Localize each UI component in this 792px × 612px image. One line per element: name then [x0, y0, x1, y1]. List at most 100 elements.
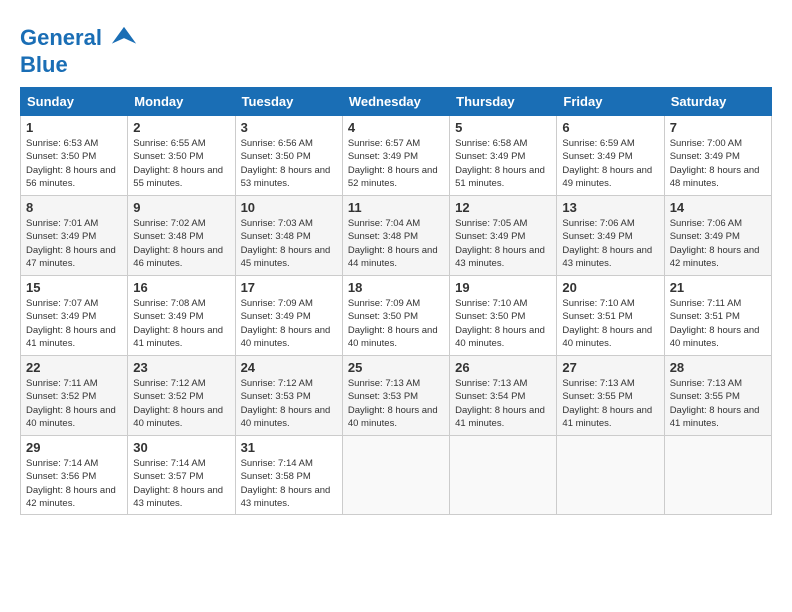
- calendar-cell: [342, 436, 449, 515]
- day-info: Sunrise: 7:14 AMSunset: 3:58 PMDaylight:…: [241, 458, 331, 509]
- day-number: 20: [562, 280, 658, 295]
- day-number: 28: [670, 360, 766, 375]
- calendar-cell: 4 Sunrise: 6:57 AMSunset: 3:49 PMDayligh…: [342, 116, 449, 196]
- header-day-monday: Monday: [128, 88, 235, 116]
- header: General Blue: [20, 20, 772, 77]
- calendar-cell: 24 Sunrise: 7:12 AMSunset: 3:53 PMDaylig…: [235, 356, 342, 436]
- day-number: 5: [455, 120, 551, 135]
- day-info: Sunrise: 7:13 AMSunset: 3:55 PMDaylight:…: [670, 378, 760, 429]
- calendar-cell: 30 Sunrise: 7:14 AMSunset: 3:57 PMDaylig…: [128, 436, 235, 515]
- day-info: Sunrise: 7:13 AMSunset: 3:53 PMDaylight:…: [348, 378, 438, 429]
- day-info: Sunrise: 7:06 AMSunset: 3:49 PMDaylight:…: [670, 218, 760, 269]
- day-number: 15: [26, 280, 122, 295]
- logo-bird-icon: [110, 25, 138, 53]
- day-info: Sunrise: 7:00 AMSunset: 3:49 PMDaylight:…: [670, 138, 760, 189]
- day-info: Sunrise: 7:09 AMSunset: 3:49 PMDaylight:…: [241, 298, 331, 349]
- logo: General Blue: [20, 25, 138, 77]
- calendar-header-row: SundayMondayTuesdayWednesdayThursdayFrid…: [21, 88, 772, 116]
- calendar-body: 1 Sunrise: 6:53 AMSunset: 3:50 PMDayligh…: [21, 116, 772, 515]
- header-day-saturday: Saturday: [664, 88, 771, 116]
- calendar-cell: 15 Sunrise: 7:07 AMSunset: 3:49 PMDaylig…: [21, 276, 128, 356]
- day-number: 29: [26, 440, 122, 455]
- day-info: Sunrise: 7:11 AMSunset: 3:52 PMDaylight:…: [26, 378, 116, 429]
- day-info: Sunrise: 7:14 AMSunset: 3:57 PMDaylight:…: [133, 458, 223, 509]
- day-info: Sunrise: 7:08 AMSunset: 3:49 PMDaylight:…: [133, 298, 223, 349]
- day-number: 13: [562, 200, 658, 215]
- header-day-wednesday: Wednesday: [342, 88, 449, 116]
- day-info: Sunrise: 7:11 AMSunset: 3:51 PMDaylight:…: [670, 298, 760, 349]
- day-info: Sunrise: 7:10 AMSunset: 3:50 PMDaylight:…: [455, 298, 545, 349]
- day-info: Sunrise: 7:07 AMSunset: 3:49 PMDaylight:…: [26, 298, 116, 349]
- day-number: 2: [133, 120, 229, 135]
- calendar-cell: [664, 436, 771, 515]
- day-number: 22: [26, 360, 122, 375]
- day-info: Sunrise: 6:57 AMSunset: 3:49 PMDaylight:…: [348, 138, 438, 189]
- calendar-cell: [557, 436, 664, 515]
- calendar-cell: 18 Sunrise: 7:09 AMSunset: 3:50 PMDaylig…: [342, 276, 449, 356]
- day-number: 4: [348, 120, 444, 135]
- day-number: 26: [455, 360, 551, 375]
- day-info: Sunrise: 6:56 AMSunset: 3:50 PMDaylight:…: [241, 138, 331, 189]
- calendar-cell: 8 Sunrise: 7:01 AMSunset: 3:49 PMDayligh…: [21, 196, 128, 276]
- header-day-thursday: Thursday: [450, 88, 557, 116]
- day-number: 9: [133, 200, 229, 215]
- header-day-sunday: Sunday: [21, 88, 128, 116]
- day-info: Sunrise: 7:05 AMSunset: 3:49 PMDaylight:…: [455, 218, 545, 269]
- day-info: Sunrise: 7:03 AMSunset: 3:48 PMDaylight:…: [241, 218, 331, 269]
- day-info: Sunrise: 7:01 AMSunset: 3:49 PMDaylight:…: [26, 218, 116, 269]
- calendar-cell: 6 Sunrise: 6:59 AMSunset: 3:49 PMDayligh…: [557, 116, 664, 196]
- calendar-week-row: 1 Sunrise: 6:53 AMSunset: 3:50 PMDayligh…: [21, 116, 772, 196]
- calendar-cell: 22 Sunrise: 7:11 AMSunset: 3:52 PMDaylig…: [21, 356, 128, 436]
- calendar-cell: 13 Sunrise: 7:06 AMSunset: 3:49 PMDaylig…: [557, 196, 664, 276]
- day-number: 1: [26, 120, 122, 135]
- day-info: Sunrise: 7:04 AMSunset: 3:48 PMDaylight:…: [348, 218, 438, 269]
- day-info: Sunrise: 7:12 AMSunset: 3:52 PMDaylight:…: [133, 378, 223, 429]
- calendar-cell: 21 Sunrise: 7:11 AMSunset: 3:51 PMDaylig…: [664, 276, 771, 356]
- day-number: 12: [455, 200, 551, 215]
- day-number: 19: [455, 280, 551, 295]
- logo-text: General: [20, 25, 138, 53]
- calendar-cell: 27 Sunrise: 7:13 AMSunset: 3:55 PMDaylig…: [557, 356, 664, 436]
- calendar-cell: 12 Sunrise: 7:05 AMSunset: 3:49 PMDaylig…: [450, 196, 557, 276]
- calendar-cell: 5 Sunrise: 6:58 AMSunset: 3:49 PMDayligh…: [450, 116, 557, 196]
- calendar-cell: 9 Sunrise: 7:02 AMSunset: 3:48 PMDayligh…: [128, 196, 235, 276]
- day-number: 24: [241, 360, 337, 375]
- day-number: 27: [562, 360, 658, 375]
- day-info: Sunrise: 6:58 AMSunset: 3:49 PMDaylight:…: [455, 138, 545, 189]
- day-number: 16: [133, 280, 229, 295]
- calendar-cell: 17 Sunrise: 7:09 AMSunset: 3:49 PMDaylig…: [235, 276, 342, 356]
- day-number: 11: [348, 200, 444, 215]
- day-info: Sunrise: 7:14 AMSunset: 3:56 PMDaylight:…: [26, 458, 116, 509]
- day-number: 30: [133, 440, 229, 455]
- calendar-cell: 25 Sunrise: 7:13 AMSunset: 3:53 PMDaylig…: [342, 356, 449, 436]
- day-number: 6: [562, 120, 658, 135]
- day-number: 3: [241, 120, 337, 135]
- header-day-friday: Friday: [557, 88, 664, 116]
- day-number: 7: [670, 120, 766, 135]
- calendar-week-row: 15 Sunrise: 7:07 AMSunset: 3:49 PMDaylig…: [21, 276, 772, 356]
- day-info: Sunrise: 6:55 AMSunset: 3:50 PMDaylight:…: [133, 138, 223, 189]
- day-info: Sunrise: 7:13 AMSunset: 3:55 PMDaylight:…: [562, 378, 652, 429]
- day-info: Sunrise: 7:09 AMSunset: 3:50 PMDaylight:…: [348, 298, 438, 349]
- calendar-cell: 16 Sunrise: 7:08 AMSunset: 3:49 PMDaylig…: [128, 276, 235, 356]
- day-info: Sunrise: 7:02 AMSunset: 3:48 PMDaylight:…: [133, 218, 223, 269]
- day-info: Sunrise: 7:13 AMSunset: 3:54 PMDaylight:…: [455, 378, 545, 429]
- calendar-cell: 1 Sunrise: 6:53 AMSunset: 3:50 PMDayligh…: [21, 116, 128, 196]
- day-number: 14: [670, 200, 766, 215]
- calendar-cell: 23 Sunrise: 7:12 AMSunset: 3:52 PMDaylig…: [128, 356, 235, 436]
- calendar-cell: [450, 436, 557, 515]
- calendar-cell: 20 Sunrise: 7:10 AMSunset: 3:51 PMDaylig…: [557, 276, 664, 356]
- calendar-cell: 31 Sunrise: 7:14 AMSunset: 3:58 PMDaylig…: [235, 436, 342, 515]
- calendar-cell: 3 Sunrise: 6:56 AMSunset: 3:50 PMDayligh…: [235, 116, 342, 196]
- day-number: 18: [348, 280, 444, 295]
- calendar-cell: 10 Sunrise: 7:03 AMSunset: 3:48 PMDaylig…: [235, 196, 342, 276]
- day-number: 8: [26, 200, 122, 215]
- day-info: Sunrise: 7:12 AMSunset: 3:53 PMDaylight:…: [241, 378, 331, 429]
- calendar-week-row: 22 Sunrise: 7:11 AMSunset: 3:52 PMDaylig…: [21, 356, 772, 436]
- day-info: Sunrise: 7:10 AMSunset: 3:51 PMDaylight:…: [562, 298, 652, 349]
- calendar-cell: 7 Sunrise: 7:00 AMSunset: 3:49 PMDayligh…: [664, 116, 771, 196]
- day-info: Sunrise: 7:06 AMSunset: 3:49 PMDaylight:…: [562, 218, 652, 269]
- calendar-cell: 11 Sunrise: 7:04 AMSunset: 3:48 PMDaylig…: [342, 196, 449, 276]
- day-number: 23: [133, 360, 229, 375]
- day-number: 25: [348, 360, 444, 375]
